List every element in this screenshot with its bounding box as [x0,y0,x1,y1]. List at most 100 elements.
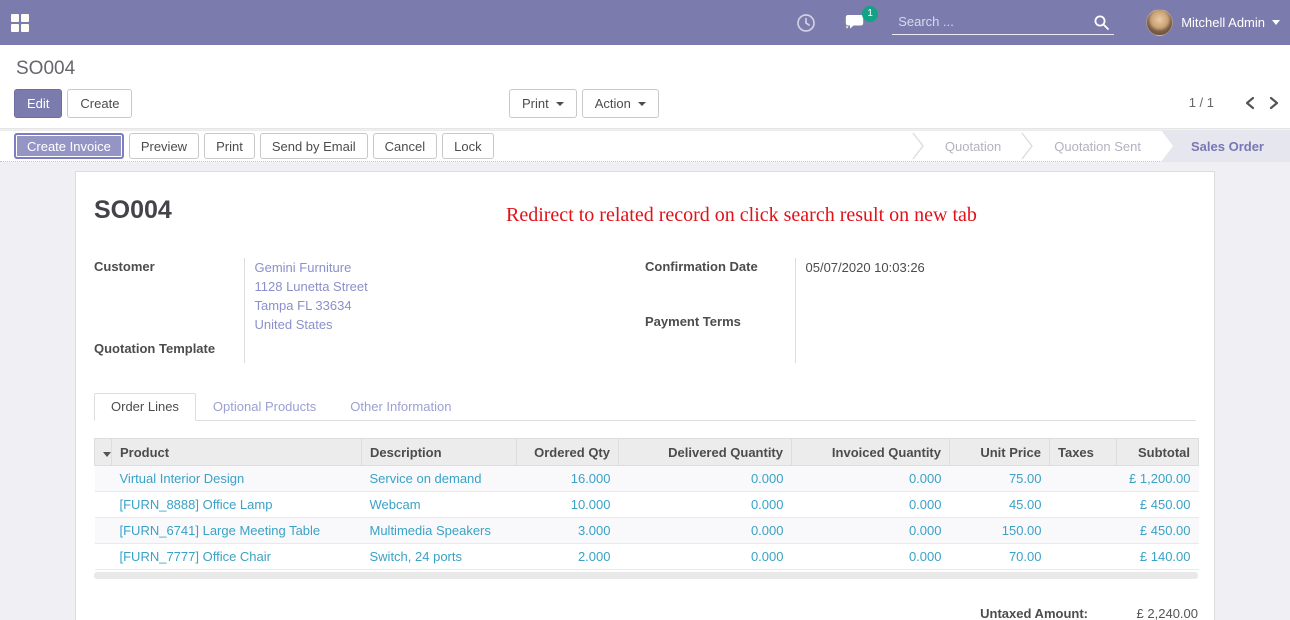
user-name: Mitchell Admin [1181,15,1265,30]
cell-product[interactable]: [FURN_7777] Office Chair [112,544,362,570]
pager-next-icon[interactable] [1269,96,1280,110]
table-header-row: Product Description Ordered Qty Delivere… [95,439,1199,466]
cell-ordered-qty[interactable]: 2.000 [517,544,619,570]
cell-subtotal[interactable]: £ 450.00 [1117,518,1199,544]
cell-product[interactable]: Virtual Interior Design [112,466,362,492]
cell-description[interactable]: Switch, 24 ports [362,544,517,570]
cell-subtotal[interactable]: £ 1,200.00 [1117,466,1199,492]
quotation-template-label: Quotation Template [94,340,244,363]
cell-unit-price[interactable]: 45.00 [950,492,1050,518]
tab-order-lines[interactable]: Order Lines [94,393,196,421]
chevron-down-icon [556,102,564,106]
notebook-tabs: Order Lines Optional Products Other Info… [94,393,1196,421]
lock-button[interactable]: Lock [442,133,493,159]
search-input[interactable] [892,10,1114,35]
column-unit-price[interactable]: Unit Price [950,439,1050,466]
search-icon[interactable] [1093,14,1110,34]
user-menu[interactable]: Mitchell Admin [1146,9,1280,36]
chevron-down-icon [1272,20,1280,25]
status-step-sales-order[interactable]: Sales Order [1161,130,1290,162]
table-row[interactable]: [FURN_6741] Large Meeting Table Multimed… [95,518,1199,544]
cell-delivered-quantity[interactable]: 0.000 [619,544,792,570]
cell-taxes[interactable] [1050,492,1117,518]
cell-delivered-quantity[interactable]: 0.000 [619,466,792,492]
tab-other-information[interactable]: Other Information [333,393,468,421]
create-button[interactable]: Create [67,89,132,118]
column-toggle-icon[interactable] [95,439,112,466]
cell-taxes[interactable] [1050,518,1117,544]
cell-unit-price[interactable]: 75.00 [950,466,1050,492]
column-taxes[interactable]: Taxes [1050,439,1117,466]
pager-previous-icon[interactable] [1244,96,1255,110]
tab-optional-products[interactable]: Optional Products [196,393,333,421]
customer-link[interactable]: Gemini Furniture [255,258,646,277]
top-navbar: 1 Mitchell Admin [0,0,1290,45]
cell-delivered-quantity[interactable]: 0.000 [619,492,792,518]
customer-value: Gemini Furniture 1128 Lunetta Street Tam… [244,258,645,340]
customer-address-line[interactable]: 1128 Lunetta Street [255,277,646,296]
cell-invoiced-quantity[interactable]: 0.000 [792,492,950,518]
cell-invoiced-quantity[interactable]: 0.000 [792,544,950,570]
horizontal-scrollbar[interactable] [94,572,1198,579]
annotation-text: Redirect to related record on click sear… [506,204,977,227]
print-button[interactable]: Print [204,133,255,159]
user-avatar [1146,9,1173,36]
customer-address-line[interactable]: Tampa FL 33634 [255,296,646,315]
cell-ordered-qty[interactable]: 3.000 [517,518,619,544]
cell-ordered-qty[interactable]: 16.000 [517,466,619,492]
cell-description[interactable]: Service on demand [362,466,517,492]
table-row[interactable]: Virtual Interior Design Service on deman… [95,466,1199,492]
cell-description[interactable]: Multimedia Speakers [362,518,517,544]
customer-label: Customer [94,258,244,340]
cell-unit-price[interactable]: 70.00 [950,544,1050,570]
cell-ordered-qty[interactable]: 10.000 [517,492,619,518]
untaxed-amount-value: £ 2,240.00 [1088,606,1198,620]
create-invoice-button[interactable]: Create Invoice [14,133,124,159]
pager-value[interactable]: 1 / 1 [1189,95,1214,110]
cell-taxes[interactable] [1050,544,1117,570]
cancel-button[interactable]: Cancel [373,133,437,159]
messages-badge: 1 [862,6,878,22]
action-dropdown[interactable]: Action [582,89,659,118]
confirmation-date-value: 05/07/2020 10:03:26 [806,260,925,275]
cell-invoiced-quantity[interactable]: 0.000 [792,466,950,492]
apps-menu-icon[interactable] [11,14,29,32]
breadcrumb: SO004 [16,58,75,80]
column-subtotal[interactable]: Subtotal [1117,439,1199,466]
cell-subtotal[interactable]: £ 140.00 [1117,544,1199,570]
cell-delivered-quantity[interactable]: 0.000 [619,518,792,544]
send-by-email-button[interactable]: Send by Email [260,133,368,159]
column-product[interactable]: Product [112,439,362,466]
print-dropdown[interactable]: Print [509,89,577,118]
field-groups: Customer Gemini Furniture 1128 Lunetta S… [94,258,1196,363]
navbar-search [892,10,1114,35]
cell-description[interactable]: Webcam [362,492,517,518]
status-step-quotation-sent[interactable]: Quotation Sent [1034,130,1161,162]
table-row[interactable]: [FURN_8888] Office Lamp Webcam 10.000 0.… [95,492,1199,518]
cell-invoiced-quantity[interactable]: 0.000 [792,518,950,544]
control-panel: SO004 Edit Create Print Action 1 / 1 [0,45,1290,129]
pager: 1 / 1 [1189,95,1280,110]
cell-taxes[interactable] [1050,466,1117,492]
cell-product[interactable]: [FURN_8888] Office Lamp [112,492,362,518]
column-delivered-quantity[interactable]: Delivered Quantity [619,439,792,466]
column-invoiced-quantity[interactable]: Invoiced Quantity [792,439,950,466]
preview-button[interactable]: Preview [129,133,199,159]
step-chevron-icon [912,130,925,162]
right-field-group: Confirmation Date 05/07/2020 10:03:26 Pa… [645,258,1196,363]
column-description[interactable]: Description [362,439,517,466]
left-field-group: Customer Gemini Furniture 1128 Lunetta S… [94,258,645,363]
customer-address-line[interactable]: United States [255,315,646,334]
untaxed-amount-label: Untaxed Amount: [980,606,1088,620]
cell-unit-price[interactable]: 150.00 [950,518,1050,544]
form-sheet: SO004 Redirect to related record on clic… [75,171,1215,620]
table-row[interactable]: [FURN_7777] Office Chair Switch, 24 port… [95,544,1199,570]
status-step-quotation[interactable]: Quotation [925,130,1021,162]
cell-subtotal[interactable]: £ 450.00 [1117,492,1199,518]
column-ordered-qty[interactable]: Ordered Qty [517,439,619,466]
step-chevron-icon [1021,130,1034,162]
cell-product[interactable]: [FURN_6741] Large Meeting Table [112,518,362,544]
edit-button[interactable]: Edit [14,89,62,118]
messages-icon[interactable]: 1 [842,13,866,33]
activities-clock-icon[interactable] [796,13,816,33]
